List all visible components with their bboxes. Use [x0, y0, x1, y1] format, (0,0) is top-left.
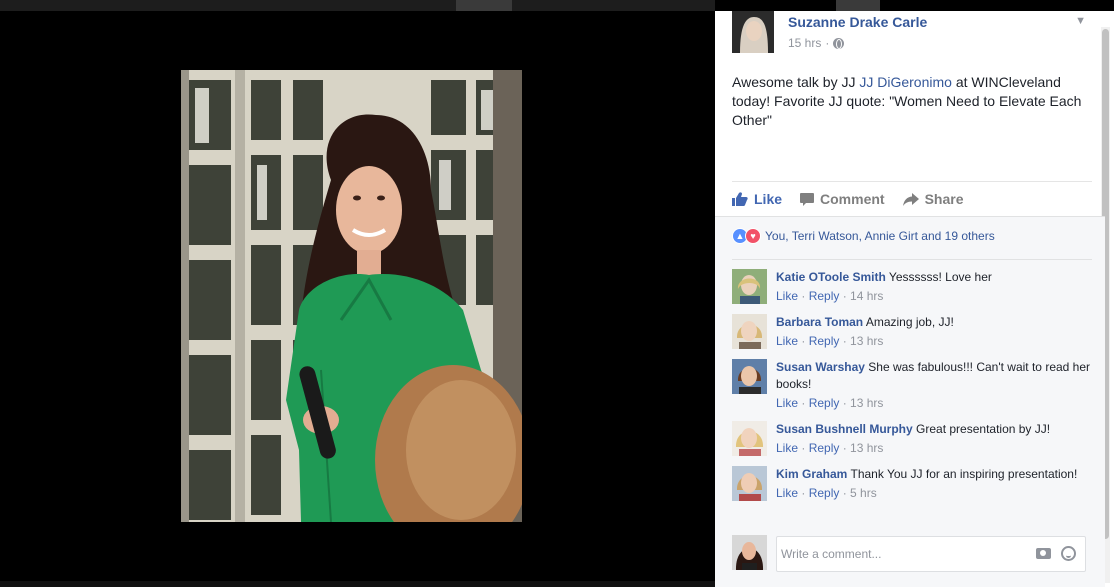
comment-reply-link[interactable]: Reply	[809, 441, 840, 455]
comment-meta: Like · Reply · 13 hrs	[776, 441, 884, 455]
chevron-down-icon[interactable]: ▼	[1075, 15, 1086, 27]
divider	[715, 216, 1105, 217]
commenter-name[interactable]: Barbara Toman	[776, 315, 863, 329]
bottom-strip	[0, 581, 715, 587]
comment-text: Great presentation by JJ!	[916, 422, 1051, 436]
commenter-avatar[interactable]	[732, 421, 767, 456]
comment-body: Kim Graham Thank You JJ for an inspiring…	[776, 466, 1092, 502]
commenter-avatar[interactable]	[732, 269, 767, 304]
comment-time[interactable]: 13 hrs	[850, 441, 883, 455]
comment-meta: Like · Reply · 14 hrs	[776, 289, 884, 303]
comment-input[interactable]: Write a comment...	[776, 536, 1086, 572]
author-name[interactable]: Suzanne Drake Carle	[788, 14, 927, 30]
post-time[interactable]: 15 hrs	[788, 36, 821, 50]
comment-body: Susan Bushnell Murphy Great presentation…	[776, 421, 1092, 457]
avatar-image	[732, 535, 767, 570]
comment-text: Yessssss! Love her	[888, 270, 992, 284]
comment-body: Katie OToole Smith Yessssss! Love her Li…	[776, 269, 1092, 305]
comment-reply-link[interactable]: Reply	[809, 289, 840, 303]
comment-meta: Like · Reply · 5 hrs	[776, 486, 877, 500]
comment-time[interactable]: 14 hrs	[850, 289, 883, 303]
thumbs-up-icon	[732, 192, 748, 206]
comment-time[interactable]: 13 hrs	[850, 396, 883, 410]
comment-meta: Like · Reply · 13 hrs	[776, 396, 884, 410]
comment-reply-link[interactable]: Reply	[809, 396, 840, 410]
comment-text: Amazing job, JJ!	[865, 315, 954, 329]
globe-icon[interactable]	[833, 37, 845, 49]
author-avatar[interactable]	[732, 11, 774, 53]
comment-like-link[interactable]: Like	[776, 289, 798, 303]
avatar-image	[732, 466, 767, 501]
commenter-avatar[interactable]	[732, 314, 767, 349]
avatar-image	[732, 421, 767, 456]
reactions-summary[interactable]: ▲ ♥ You, Terri Watson, Annie Girt and 19…	[732, 228, 995, 244]
thumbnail[interactable]	[836, 0, 880, 11]
love-reaction-icon: ♥	[745, 228, 761, 244]
comment-button[interactable]: Comment	[800, 191, 885, 207]
commenter-name[interactable]: Katie OToole Smith	[776, 270, 886, 284]
emoji-icon[interactable]	[1061, 546, 1076, 561]
comment-icon	[800, 192, 815, 206]
comment-label: Comment	[820, 191, 885, 207]
post-photo[interactable]	[181, 70, 522, 522]
photo-viewer: Suzanne Drake Carle 15 hrs · ▼ Awesome t…	[0, 0, 1114, 587]
comment-reply-link[interactable]: Reply	[809, 334, 840, 348]
camera-icon[interactable]	[1036, 548, 1051, 559]
post-text-before: Awesome talk by JJ	[732, 74, 860, 90]
comment-reply-link[interactable]: Reply	[809, 486, 840, 500]
commenter-name[interactable]: Susan Warshay	[776, 360, 865, 374]
comment-meta: Like · Reply · 13 hrs	[776, 334, 884, 348]
avatar-image	[732, 11, 774, 53]
comment-body: Susan Warshay She was fabulous!!! Can't …	[776, 359, 1092, 412]
divider	[732, 181, 1092, 182]
like-button[interactable]: Like	[732, 191, 782, 207]
comment-text: Thank You JJ for an inspiring presentati…	[850, 467, 1078, 481]
comment-time[interactable]: 5 hrs	[850, 486, 877, 500]
commenter-avatar[interactable]	[732, 466, 767, 501]
share-icon	[902, 192, 919, 206]
avatar-image	[732, 269, 767, 304]
mention-link[interactable]: JJ DiGeronimo	[859, 74, 952, 90]
reactions-text[interactable]: You, Terri Watson, Annie Girt and 19 oth…	[765, 229, 995, 243]
share-button[interactable]: Share	[902, 191, 964, 207]
current-user-avatar	[732, 535, 767, 570]
comment-like-link[interactable]: Like	[776, 441, 798, 455]
share-label: Share	[924, 191, 964, 207]
comment-body: Barbara Toman Amazing job, JJ! Like · Re…	[776, 314, 1092, 350]
divider	[732, 259, 1092, 260]
action-bar: Like Comment Share	[732, 191, 982, 207]
comment-time[interactable]: 13 hrs	[850, 334, 883, 348]
commenter-name[interactable]: Susan Bushnell Murphy	[776, 422, 913, 436]
post-panel: Suzanne Drake Carle 15 hrs · ▼ Awesome t…	[715, 11, 1114, 587]
commenter-name[interactable]: Kim Graham	[776, 467, 847, 481]
post-text: Awesome talk by JJ JJ DiGeronimo at WINC…	[732, 73, 1082, 130]
photo-illustration	[181, 70, 522, 522]
comment-input-placeholder: Write a comment...	[781, 547, 882, 561]
thumbnail[interactable]	[456, 0, 512, 11]
comment-like-link[interactable]: Like	[776, 486, 798, 500]
like-label: Like	[754, 191, 783, 207]
avatar-image	[732, 359, 767, 394]
top-thumbnail-strip	[0, 0, 715, 11]
comment-like-link[interactable]: Like	[776, 396, 798, 410]
commenter-avatar[interactable]	[732, 359, 767, 394]
post-meta: 15 hrs ·	[788, 36, 845, 50]
comment-like-link[interactable]: Like	[776, 334, 798, 348]
meta-separator: ·	[825, 36, 830, 50]
avatar-image	[732, 314, 767, 349]
